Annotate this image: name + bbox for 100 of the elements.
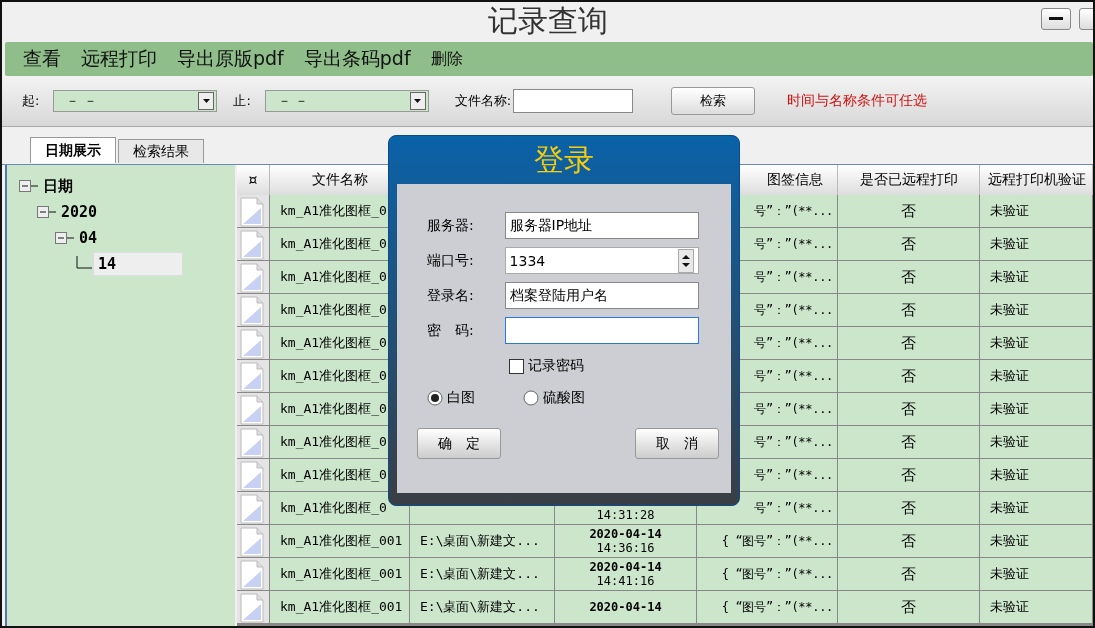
checkbox[interactable] (509, 358, 524, 374)
table-cell: 否 (901, 300, 916, 320)
table-cell: km_A1准化图框_001 (280, 598, 403, 616)
table-cell: 否 (901, 234, 916, 254)
table-cell: 14:41:16 (596, 574, 655, 588)
table-cell: { “图号”：”(**... (721, 565, 833, 583)
hint-text: 时间与名称条件可任选 (787, 92, 928, 110)
radio-label: 白图 (447, 389, 475, 407)
table-cell: 未验证 (990, 301, 1029, 319)
table-cell: E:\桌面\新建文... (420, 565, 540, 583)
input-field[interactable]: 服务器IP地址 (504, 212, 699, 239)
table-cell: 未验证 (990, 466, 1029, 484)
collapse-icon[interactable] (55, 232, 75, 244)
spinner-arrows-icon[interactable] (678, 248, 694, 273)
table-cell: km_A1准化图框_0 (280, 235, 387, 253)
radio-button[interactable] (427, 390, 443, 406)
table-cell: km_A1准化图框_0 (280, 334, 387, 352)
field-label: 密 码: (427, 321, 475, 340)
table-cell: 未验证 (990, 202, 1029, 220)
table-cell: 号”：”(**... (754, 433, 833, 451)
checkbox-label: 记录密码 (528, 357, 584, 375)
table-cell: 号”：”(**... (754, 334, 833, 352)
table-cell: 未验证 (990, 433, 1029, 451)
tree-item[interactable]: 04 (75, 227, 102, 249)
table-cell: 未验证 (990, 598, 1029, 616)
table-cell: 否 (901, 366, 916, 386)
table-cell: 未验证 (990, 367, 1029, 385)
table-cell: 号”：”(**... (754, 499, 833, 517)
table-cell: 2020-04-14 (589, 527, 662, 541)
dialog-button[interactable]: 确 定 (417, 428, 501, 459)
tree-line-icon (73, 256, 93, 272)
menu-item[interactable]: 导出条码pdf (297, 46, 417, 72)
window-title: 记录查询 (487, 2, 608, 40)
from-label: 起: (22, 92, 40, 110)
table-cell: 否 (901, 333, 916, 353)
table-cell: 14:36:16 (596, 541, 655, 555)
tree-item[interactable]: 日期 (39, 174, 77, 198)
table-cell: 2020-04-14 (589, 560, 662, 574)
table-cell: 号”：”(**... (754, 202, 833, 220)
table-cell: km_A1准化图框_0 (280, 400, 387, 418)
table-cell: 14:31:28 (596, 508, 655, 522)
table-cell: 未验证 (990, 268, 1029, 286)
table-cell: 2020-04-14 (589, 600, 662, 614)
table-cell: km_A1准化图框_0 (280, 367, 387, 385)
collapse-icon[interactable] (37, 206, 57, 218)
tree-item[interactable]: 2020 (57, 201, 102, 223)
table-cell: 否 (901, 597, 916, 617)
table-cell: 否 (901, 531, 916, 551)
menu-item[interactable]: 删除 (424, 48, 469, 70)
file-name-field[interactable] (513, 89, 634, 113)
table-cell: 号”：”(**... (754, 268, 833, 286)
table-cell: 号”：”(**... (754, 400, 833, 418)
table-cell: 未验证 (990, 532, 1029, 550)
table-cell: 号”：”(**... (754, 367, 833, 385)
dialog-button[interactable]: 取 消 (635, 428, 719, 459)
table-cell: km_A1准化图框_0 (280, 301, 387, 319)
table-cell: 否 (901, 432, 916, 452)
table-cell: 否 (901, 267, 916, 287)
table-cell: 未验证 (990, 334, 1029, 352)
port-spinner[interactable]: 1334 (504, 247, 699, 274)
radio-button[interactable] (523, 390, 539, 406)
table-cell: km_A1准化图框_0 (280, 466, 387, 484)
table-cell: 号”：”(**... (754, 235, 833, 253)
password-field[interactable] (504, 317, 699, 344)
date-dropdown[interactable]: － － (53, 90, 218, 112)
table-cell: 未验证 (990, 499, 1029, 517)
table-cell: km_A1准化图框_0 (280, 433, 387, 451)
field-label: 端口号: (427, 251, 475, 270)
table-cell: { “图号”：”(**... (721, 598, 833, 616)
dialog-title: 登录 (534, 140, 594, 179)
minimize-icon (1049, 17, 1063, 21)
tab[interactable]: 检索结果 (118, 139, 204, 163)
tree-item[interactable]: 14 (93, 252, 183, 276)
field-label: 登录名: (427, 286, 475, 305)
table-cell: 未验证 (990, 235, 1029, 253)
table-cell: 否 (901, 564, 916, 584)
table-cell: km_A1准化图框_0 (280, 268, 387, 286)
search-button[interactable]: 检索 (671, 87, 756, 115)
table-cell: { “图号”：”(**... (721, 532, 833, 550)
table-cell: km_A1准化图框_001 (280, 565, 403, 583)
tab[interactable]: 日期展示 (30, 137, 116, 163)
field-label: 服务器: (427, 216, 475, 235)
table-cell: 未验证 (990, 400, 1029, 418)
menu-item[interactable]: 导出原版pdf (171, 46, 290, 72)
file-name-label: 文件名称: (454, 92, 512, 110)
input-field[interactable]: 档案登陆用户名 (504, 282, 699, 309)
table-cell: 否 (901, 201, 916, 221)
collapse-icon[interactable] (19, 180, 39, 192)
table-cell: E:\桌面\新建文... (420, 532, 540, 550)
table-cell: 号”：”(**... (754, 301, 833, 319)
table-cell: E:\桌面\新建文... (420, 598, 540, 616)
minimize-button[interactable] (1041, 8, 1071, 30)
table-cell: km_A1准化图框_001 (280, 532, 403, 550)
radio-label: 硫酸图 (543, 389, 585, 407)
menu-item[interactable]: 查看 (17, 46, 67, 72)
table-cell: km_A1准化图框_0 (280, 499, 387, 517)
table-cell: km_A1准化图框_0 (280, 202, 387, 220)
menu-item[interactable]: 远程打印 (75, 46, 163, 72)
table-cell: 否 (901, 498, 916, 518)
date-dropdown[interactable]: － － (264, 90, 429, 112)
